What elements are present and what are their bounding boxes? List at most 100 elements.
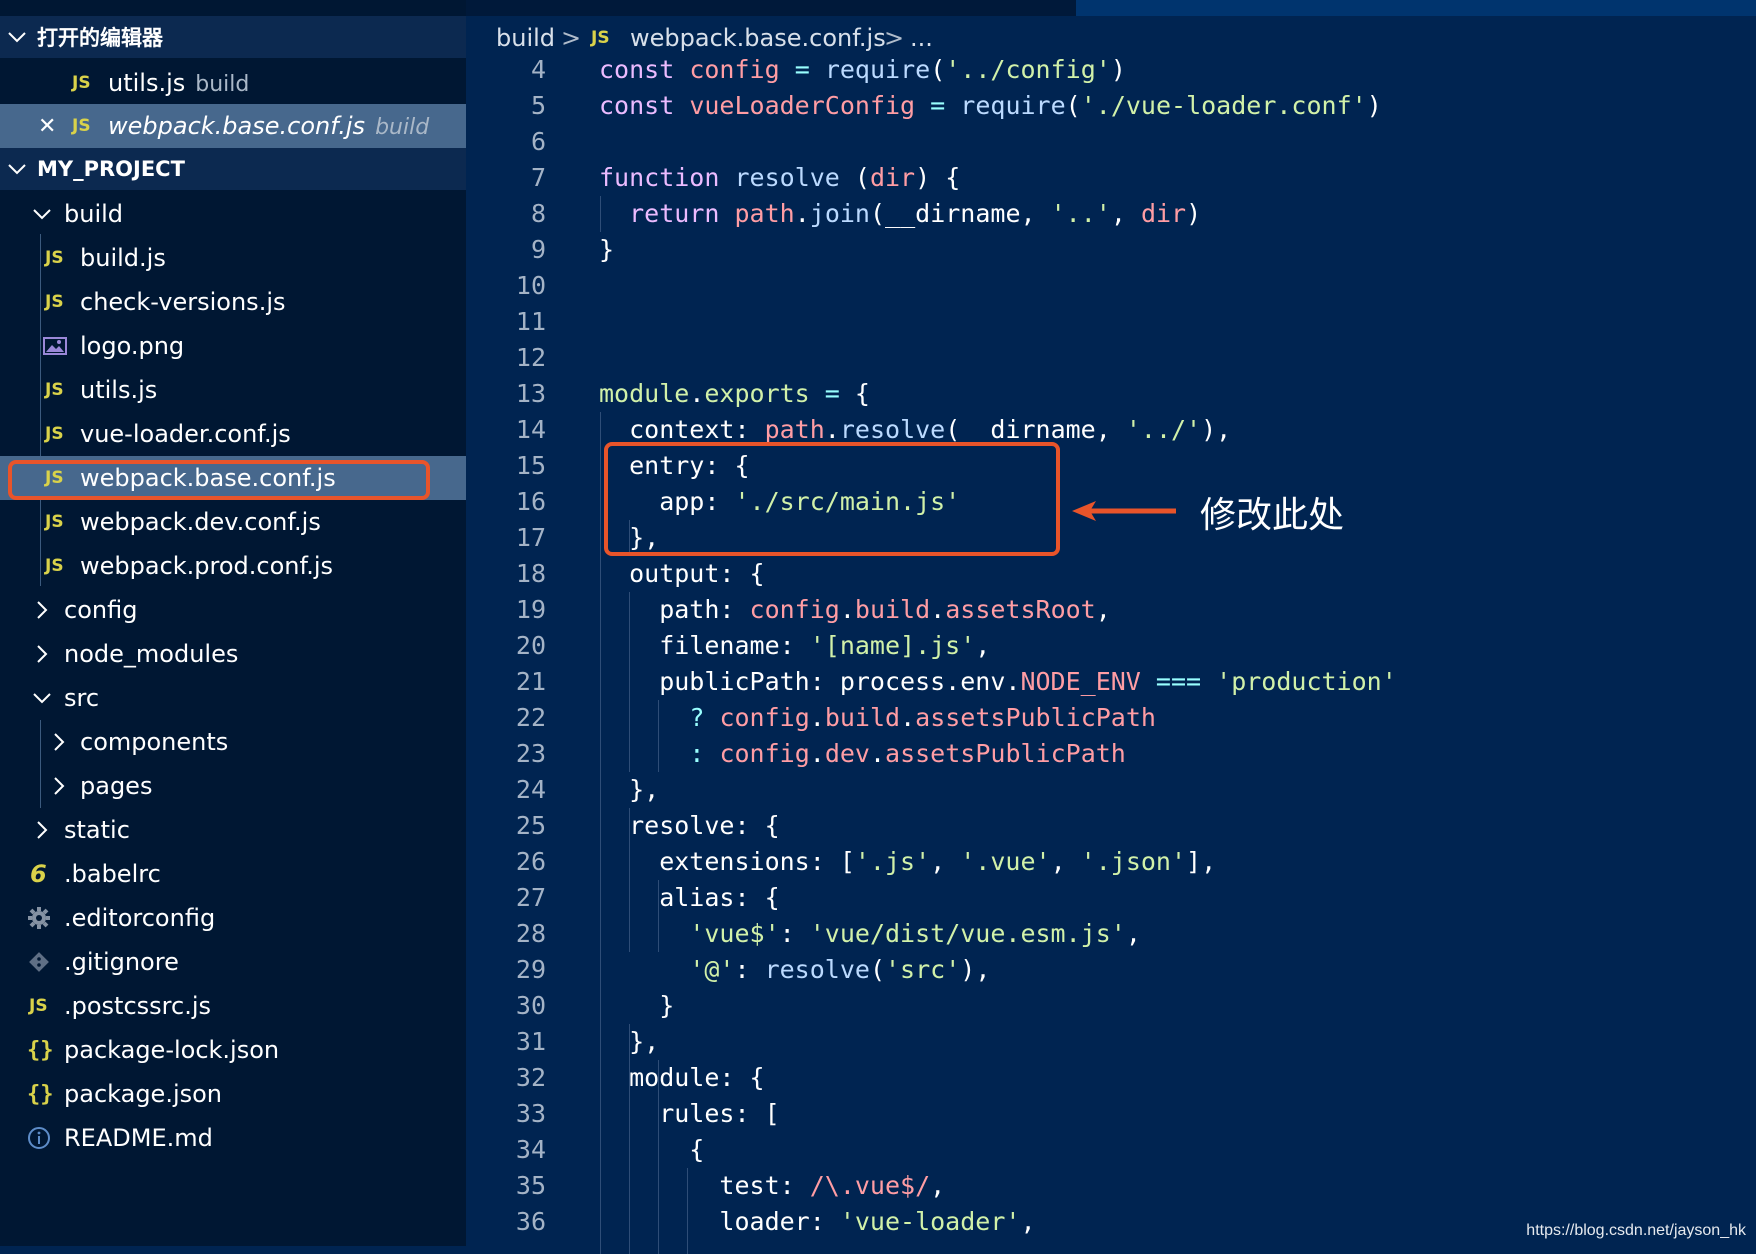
- tree-file-editorconfig[interactable]: .editorconfig: [0, 896, 466, 940]
- code-line-13: module.exports = {: [599, 379, 870, 408]
- tree-file-webpack-prod-conf[interactable]: JS webpack.prod.conf.js: [0, 544, 466, 588]
- line-number: 27: [515, 883, 546, 912]
- line-number: 16: [515, 487, 546, 516]
- code-line-19: path: config.build.assetsRoot,: [599, 595, 1111, 624]
- chevron-right-icon: [54, 777, 65, 795]
- line-number: 20: [515, 631, 546, 660]
- line-number: 5: [530, 91, 546, 120]
- tree-item-label: utils.js: [80, 376, 158, 404]
- tree-item-label: README.md: [64, 1124, 213, 1152]
- line-number: 31: [515, 1027, 546, 1056]
- tree-folder-build[interactable]: build: [0, 192, 466, 236]
- watermark: https://blog.csdn.net/jayson_hk: [1526, 1222, 1746, 1239]
- line-number: 4: [530, 55, 546, 84]
- tree-file-webpack-dev-conf[interactable]: JS webpack.dev.conf.js: [0, 500, 466, 544]
- json-file-icon: {}: [27, 1081, 54, 1107]
- project-title: MY_PROJECT: [37, 157, 185, 181]
- code-line-23: : config.dev.assetsPublicPath: [689, 739, 1126, 768]
- code-line-33: rules: [: [599, 1099, 780, 1128]
- open-editor-desc: build: [375, 115, 430, 140]
- js-file-icon: JS: [45, 292, 64, 312]
- breadcrumb-more[interactable]: ...: [910, 24, 933, 52]
- tree-item-label: src: [64, 684, 100, 712]
- tree-file-vue-loader-conf[interactable]: JS vue-loader.conf.js: [0, 412, 466, 456]
- tree-file-logo-png[interactable]: logo.png: [0, 324, 466, 368]
- chevron-down-icon: [8, 164, 26, 175]
- gear-icon: [28, 907, 50, 929]
- open-editors-header[interactable]: 打开的编辑器: [0, 16, 466, 58]
- tree-file-build-js[interactable]: JS build.js: [0, 236, 466, 280]
- tree-item-label: webpack.prod.conf.js: [80, 552, 334, 580]
- tree-file-package-lock[interactable]: {} package-lock.json: [0, 1028, 466, 1072]
- tab-bar-left: [466, 0, 1076, 16]
- chevron-right-icon: [37, 821, 48, 839]
- line-number: 14: [515, 415, 546, 444]
- code-line-31: },: [599, 1027, 660, 1056]
- code-line-36: loader: 'vue-loader',: [599, 1207, 1036, 1236]
- tree-file-check-versions[interactable]: JS check-versions.js: [0, 280, 466, 324]
- tree-folder-node-modules[interactable]: node_modules: [0, 632, 466, 676]
- code-line-8: return path.join(__dirname, '..', dir): [629, 199, 1202, 228]
- tree-item-label: config: [64, 596, 138, 624]
- arrow-left-icon: [1072, 501, 1176, 521]
- breadcrumb-file[interactable]: webpack.base.conf.js: [630, 24, 886, 52]
- highlight-box-entry: [604, 442, 1060, 556]
- chevron-down-icon: [33, 209, 51, 220]
- tree-item-label: node_modules: [64, 640, 239, 668]
- close-icon[interactable]: ✕: [38, 114, 56, 139]
- open-editor-item-utils[interactable]: JS utils.js build: [0, 61, 466, 105]
- line-number: 36: [515, 1207, 546, 1236]
- code-line-30: }: [599, 991, 675, 1020]
- open-editor-item-webpack-base[interactable]: ✕ JS webpack.base.conf.js build: [0, 104, 466, 148]
- code-line-28: 'vue$': 'vue/dist/vue.esm.js',: [689, 919, 1141, 948]
- line-number: 23: [515, 739, 546, 768]
- chevron-right-icon: [54, 733, 65, 751]
- js-file-icon: JS: [72, 73, 91, 93]
- tree-folder-config[interactable]: config: [0, 588, 466, 632]
- line-number: 32: [515, 1063, 546, 1092]
- line-number: 34: [515, 1135, 546, 1164]
- tree-file-readme[interactable]: README.md: [0, 1116, 466, 1160]
- tree-file-utils-js[interactable]: JS utils.js: [0, 368, 466, 412]
- line-number: 29: [515, 955, 546, 984]
- code-line-29: '@': resolve('src'),: [689, 955, 991, 984]
- line-number: 26: [515, 847, 546, 876]
- tree-item-label: static: [64, 816, 130, 844]
- code-line-4: const config = require('../config'): [599, 55, 1126, 84]
- line-number: 12: [515, 343, 546, 372]
- tree-file-babelrc[interactable]: 6 .babelrc: [0, 852, 466, 896]
- tree-file-gitignore[interactable]: .gitignore: [0, 940, 466, 984]
- open-editors-title: 打开的编辑器: [37, 26, 163, 50]
- tab-bar-right: [1076, 0, 1756, 16]
- line-number: 22: [515, 703, 546, 732]
- js-file-icon: JS: [72, 116, 91, 136]
- tree-item-label: build: [64, 200, 124, 228]
- chevron-right-icon: [37, 601, 48, 619]
- line-number: 30: [515, 991, 546, 1020]
- tree-file-package-json[interactable]: {} package.json: [0, 1072, 466, 1116]
- js-file-icon: JS: [45, 512, 64, 532]
- annotation-label: 修改此处: [1200, 495, 1345, 536]
- tab-bar: [466, 0, 1756, 16]
- open-editor-desc: build: [195, 72, 250, 97]
- line-number: 35: [515, 1171, 546, 1200]
- tree-folder-static[interactable]: static: [0, 808, 466, 852]
- tree-item-label: pages: [80, 772, 153, 800]
- open-editor-name: webpack.base.conf.js: [108, 112, 366, 140]
- breadcrumb-folder[interactable]: build: [496, 24, 555, 52]
- line-number: 19: [515, 595, 546, 624]
- code-line-9: }: [599, 235, 615, 264]
- highlight-box-sidebar: [8, 460, 430, 500]
- code-line-24: },: [599, 775, 660, 804]
- tree-folder-src[interactable]: src: [0, 676, 466, 720]
- tree-folder-components[interactable]: components: [0, 720, 466, 764]
- tree-folder-pages[interactable]: pages: [0, 764, 466, 808]
- code-editor[interactable]: 4 5 6 7 8 9 10 11 12 13 14 15 16 17 18 1…: [466, 52, 1756, 1254]
- code-line-21: publicPath: process.env.NODE_ENV === 'pr…: [599, 667, 1397, 696]
- line-number: 24: [515, 775, 546, 804]
- tree-file-postcssrc[interactable]: JS .postcssrc.js: [0, 984, 466, 1028]
- project-header[interactable]: MY_PROJECT: [0, 148, 466, 190]
- js-file-icon: JS: [591, 28, 610, 48]
- line-number: 28: [515, 919, 546, 948]
- tree-item-label: logo.png: [80, 332, 185, 360]
